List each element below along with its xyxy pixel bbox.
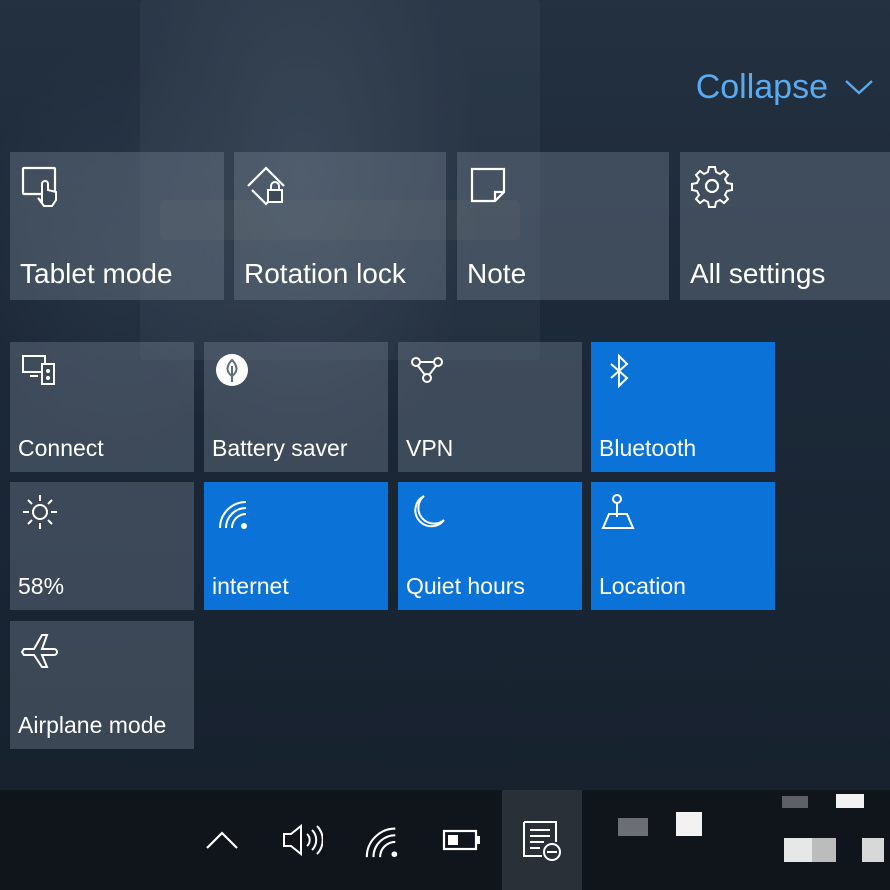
taskbar-blurred-area [618,818,648,836]
note-icon [467,164,511,208]
wifi-icon [214,492,254,532]
tile-label: Quiet hours [406,573,525,599]
tile-internet[interactable]: internet [204,482,388,610]
tile-label: VPN [406,435,454,461]
tile-rotation-lock[interactable]: Rotation lock [234,152,446,300]
taskbar-blurred-area [676,812,702,836]
tile-vpn[interactable]: VPN [398,342,582,472]
tile-brightness[interactable]: 58% [10,482,194,610]
collapse-label: Collapse [695,67,828,106]
tile-label: Tablet mode [20,258,173,289]
tile-note[interactable]: Note [457,152,669,300]
tile-label: Battery saver [212,435,348,461]
vpn-icon [408,352,448,392]
battery-saver-icon [214,352,254,392]
chevron-down-icon [844,78,874,96]
tablet-mode-icon [20,164,64,208]
desktop-background: Collapse Tablet mode Rotation lock Note … [0,0,890,890]
location-icon [601,492,641,532]
battery-icon [442,828,482,852]
battery-button[interactable] [432,790,492,890]
tile-airplane-mode[interactable]: Airplane mode [10,621,194,749]
tile-quiet-hours[interactable]: Quiet hours [398,482,582,610]
tile-tablet-mode[interactable]: Tablet mode [10,152,224,300]
tile-battery-saver[interactable]: Battery saver [204,342,388,472]
volume-button[interactable] [272,790,332,890]
airplane-icon [20,631,60,671]
taskbar [0,790,890,890]
tile-label: Note [467,258,527,289]
tile-label: Location [599,573,686,599]
tile-label: Connect [18,435,104,461]
moon-icon [408,492,448,532]
tile-label: Bluetooth [599,435,697,461]
bluetooth-icon [601,352,641,392]
tile-label: All settings [690,258,826,289]
tile-connect[interactable]: Connect [10,342,194,472]
rotation-lock-icon [244,164,288,208]
tile-label: internet [212,573,289,599]
collapse-button[interactable]: Collapse [696,64,874,110]
gear-icon [690,164,734,208]
tile-label: 58% [18,573,65,599]
connect-icon [20,352,60,392]
action-center-button[interactable] [502,790,582,890]
taskbar-blurred-area [812,838,836,862]
taskbar-blurred-area [782,796,808,808]
taskbar-blurred-area [784,838,812,862]
brightness-icon [20,492,60,532]
taskbar-blurred-area [836,794,864,808]
tile-location[interactable]: Location [591,482,775,610]
tile-label: Rotation lock [244,258,406,289]
taskbar-blurred-area [862,838,884,862]
wifi-icon [363,821,401,859]
chevron-up-icon [205,830,239,850]
action-center-icon [520,818,564,862]
tile-bluetooth[interactable]: Bluetooth [591,342,775,472]
tile-label: Airplane mode [18,712,167,738]
network-button[interactable] [352,790,412,890]
show-hidden-icons-button[interactable] [192,790,252,890]
volume-icon [281,822,323,858]
tile-all-settings[interactable]: All settings [680,152,890,300]
